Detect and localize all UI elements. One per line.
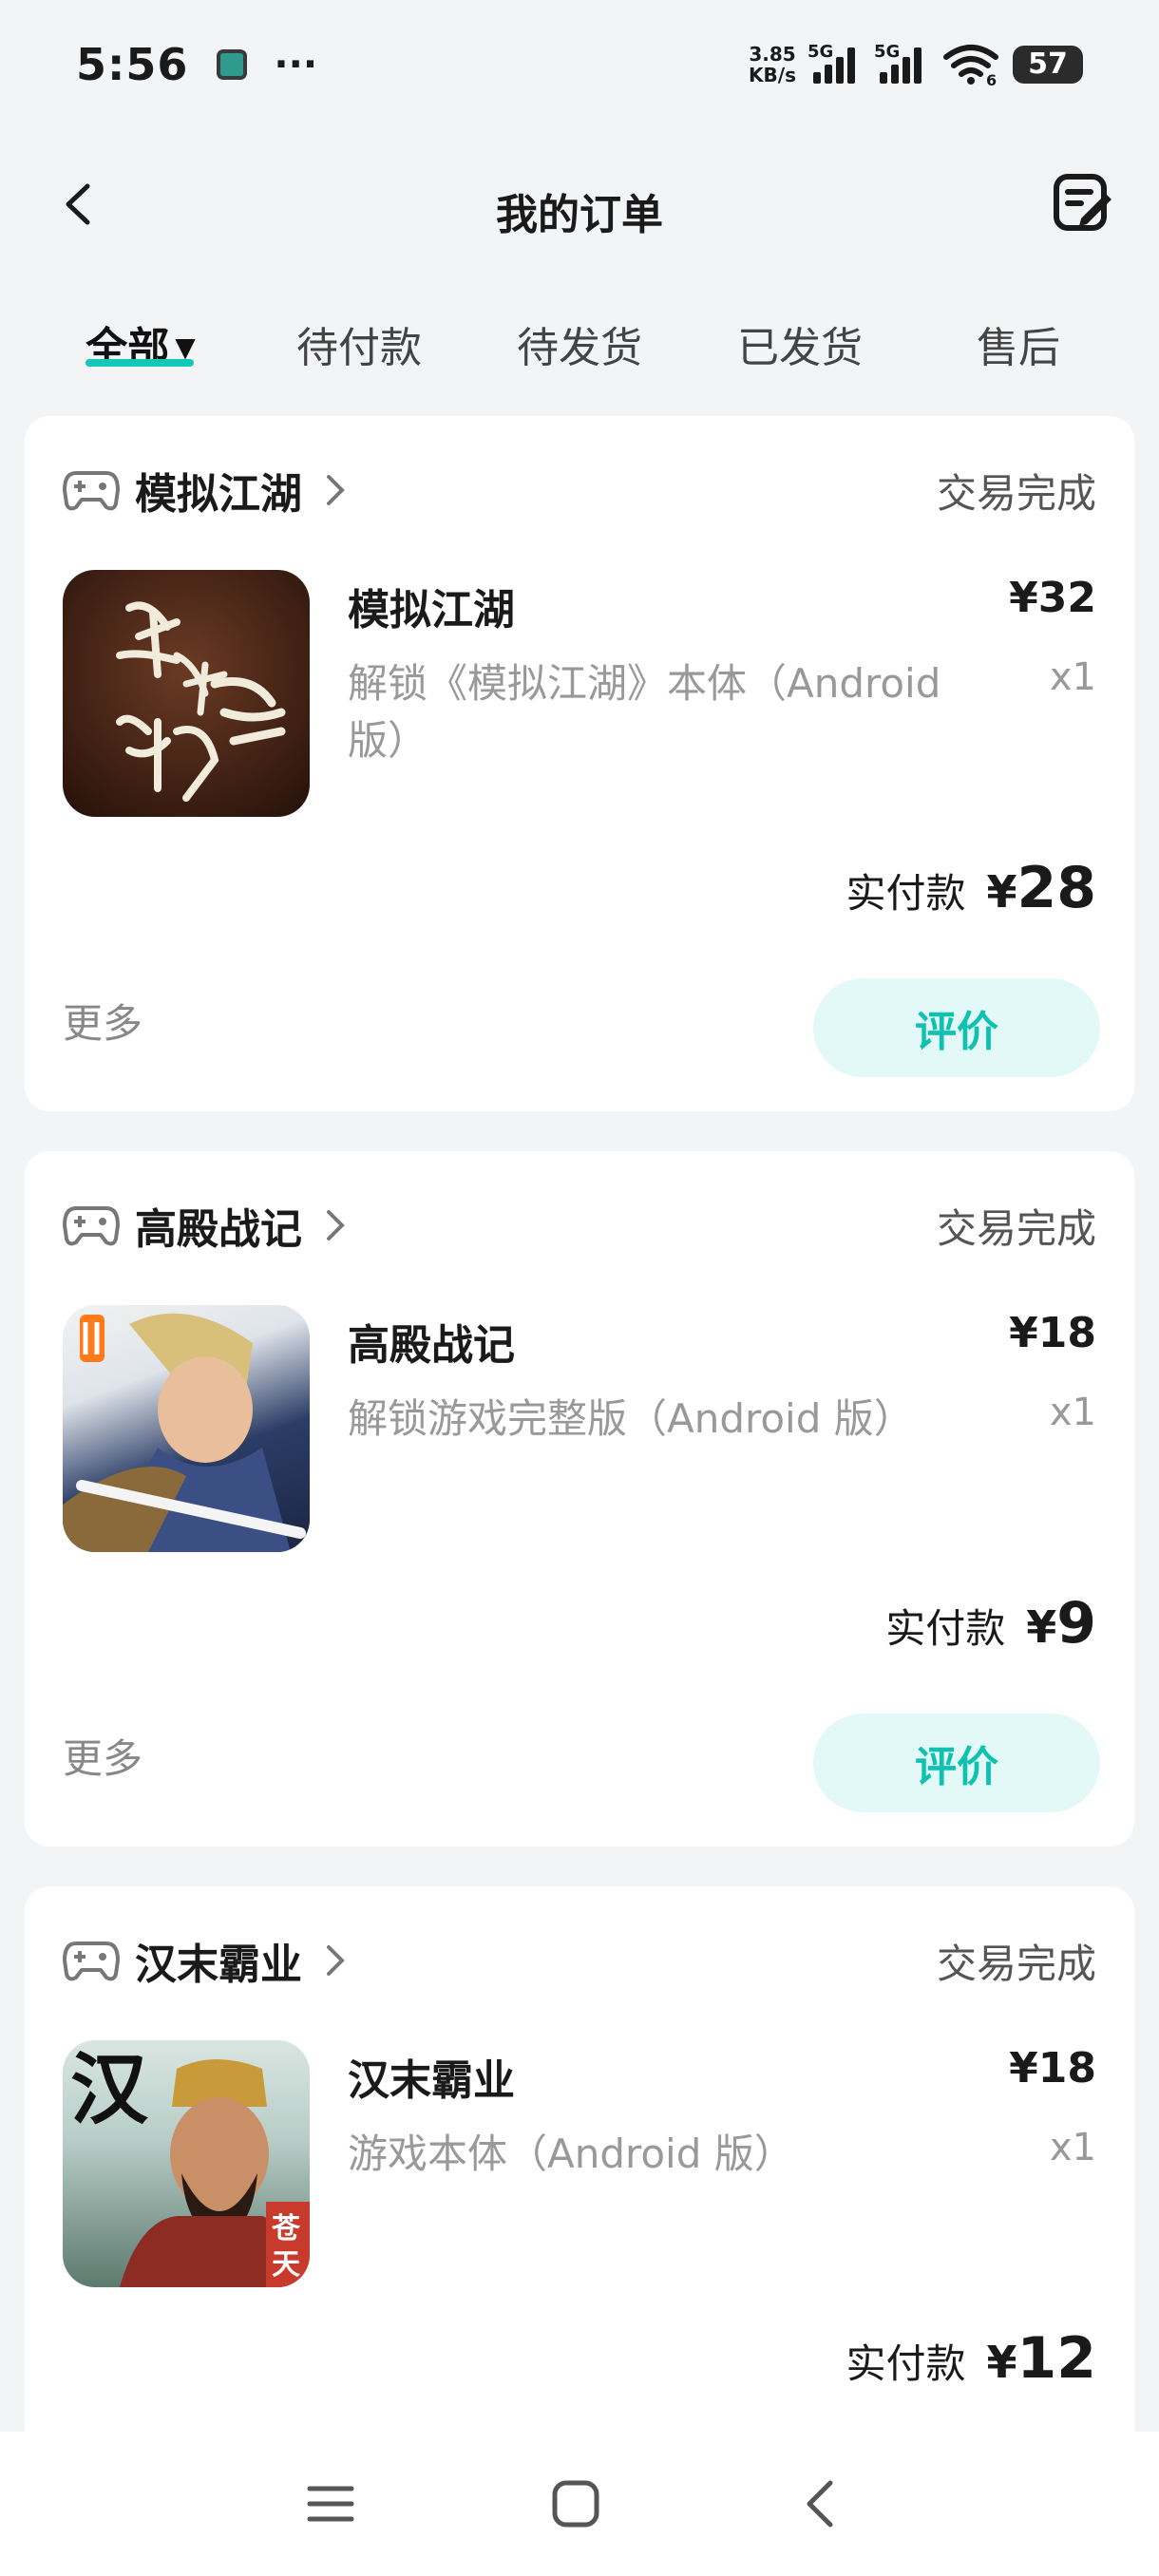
order-status: 交易完成 — [936, 1204, 1096, 1252]
gamepad-icon — [63, 1941, 120, 1981]
paid-currency: ¥ — [986, 866, 1017, 918]
item-price: ¥18 — [1009, 2044, 1096, 2093]
item-quantity: x1 — [1049, 2126, 1096, 2169]
paid-label: 实付款 — [846, 870, 966, 917]
order-card-header[interactable]: 模拟江湖 交易完成 — [63, 462, 1096, 519]
paid-currency: ¥ — [986, 2337, 1017, 2388]
shop-name: 高殿战记 — [135, 1205, 302, 1254]
item-description: 解锁游戏完整版（Android 版） — [348, 1395, 914, 1442]
calligraphy-logo — [116, 601, 286, 802]
chevron-right-icon — [327, 1945, 345, 1976]
warlord-artwork: 汉 苍天 — [70, 2044, 310, 2287]
more-button[interactable]: 更多 — [63, 1727, 142, 1785]
hero-artwork — [63, 1313, 306, 1552]
gamepad-icon — [63, 471, 120, 511]
item-price: ¥18 — [1009, 1309, 1096, 1357]
product-thumbnail[interactable]: 汉 苍天 — [63, 2040, 310, 2287]
order-status: 交易完成 — [936, 469, 1096, 517]
order-card: 模拟江湖 交易完成 模拟江湖 ¥32 解锁《模拟江湖》本体（Android 版）… — [25, 416, 1134, 1111]
paid-currency: ¥ — [1026, 1601, 1057, 1653]
tab-shipped[interactable]: 已发货 — [737, 313, 863, 374]
item-title: 高殿战记 — [348, 1321, 515, 1370]
review-button[interactable]: 评价 — [813, 978, 1100, 1077]
item-quantity: x1 — [1049, 655, 1096, 699]
tab-pending-shipment[interactable]: 待发货 — [517, 313, 642, 374]
shop-name: 汉末霸业 — [135, 1941, 302, 1989]
product-thumbnail[interactable] — [63, 1305, 310, 1552]
shop-name: 模拟江湖 — [135, 470, 302, 519]
battery-icon: 57 — [1013, 45, 1083, 84]
network-speed: 3.85 KB/s — [749, 44, 796, 85]
order-card: 高殿战记 交易完成 高殿战记 ¥18 解锁游戏完整版（Android 版） x1… — [25, 1151, 1134, 1847]
paid-label: 实付款 — [846, 2340, 966, 2387]
status-bar: 5:56 ··· 3.85 KB/s 5G 5G 6 57 — [0, 0, 1159, 128]
page-title: 我的订单 — [496, 191, 663, 239]
item-title: 模拟江湖 — [348, 586, 515, 635]
item-quantity: x1 — [1049, 1391, 1096, 1434]
order-card-header[interactable]: 高殿战记 交易完成 — [63, 1197, 1096, 1254]
header: 我的订单 — [0, 152, 1159, 256]
review-button[interactable]: 评价 — [813, 1714, 1100, 1812]
chevron-right-icon — [327, 475, 345, 505]
thumb-glyph-han: 汉 — [70, 2044, 149, 2135]
paid-label: 实付款 — [885, 1605, 1006, 1652]
gamepad-icon — [63, 1206, 120, 1246]
more-button[interactable]: 更多 — [63, 992, 142, 1050]
paid-total: 实付款 ¥ 12 — [846, 2325, 1096, 2392]
status-time: 5:56 — [76, 38, 189, 90]
tab-after-sales[interactable]: 售后 — [977, 313, 1060, 374]
paid-total: 实付款 ¥ 9 — [885, 1590, 1096, 1657]
wifi-badge: 6 — [986, 71, 997, 85]
menu-icon[interactable] — [302, 2475, 359, 2532]
more-notifications-icon: ··· — [274, 42, 318, 86]
item-price: ¥32 — [1009, 574, 1096, 622]
net-speed-unit: KB/s — [749, 63, 796, 86]
order-card-header[interactable]: 汉末霸业 交易完成 — [63, 1932, 1096, 1989]
item-description: 游戏本体（Android 版） — [348, 2131, 794, 2177]
home-icon[interactable] — [547, 2475, 604, 2532]
paid-amount: 9 — [1056, 1590, 1096, 1657]
item-description: 解锁《模拟江湖》本体（Android 版） — [348, 660, 941, 764]
product-thumbnail[interactable] — [63, 570, 310, 817]
order-edit-icon[interactable] — [1051, 171, 1113, 234]
order-status: 交易完成 — [936, 1940, 1096, 1987]
signal-icon-2: 5G — [874, 42, 929, 84]
system-nav-bar — [0, 2432, 1159, 2576]
paid-amount: 28 — [1016, 855, 1097, 921]
sim1-label: 5G — [808, 41, 834, 62]
net-speed-value: 3.85 — [749, 42, 796, 66]
sim2-label: 5G — [874, 41, 901, 62]
paid-amount: 12 — [1016, 2325, 1097, 2392]
wifi-icon: 6 — [943, 44, 998, 85]
tab-pending-payment[interactable]: 待付款 — [296, 313, 422, 374]
back-icon[interactable] — [792, 2475, 849, 2532]
item-title: 汉末霸业 — [348, 2056, 515, 2105]
chevron-right-icon — [327, 1210, 345, 1241]
notification-app-icon — [217, 48, 248, 80]
order-tabs: 全部 ▼ 待付款 待发货 已发货 售后 — [0, 294, 1159, 380]
order-card: 汉末霸业 交易完成 汉 苍天 汉末霸业 ¥18 游戏本体（Android 版） … — [25, 1886, 1134, 2494]
signal-icon: 5G — [808, 42, 863, 84]
paid-total: 实付款 ¥ 28 — [846, 855, 1096, 921]
active-tab-indicator — [86, 359, 194, 367]
